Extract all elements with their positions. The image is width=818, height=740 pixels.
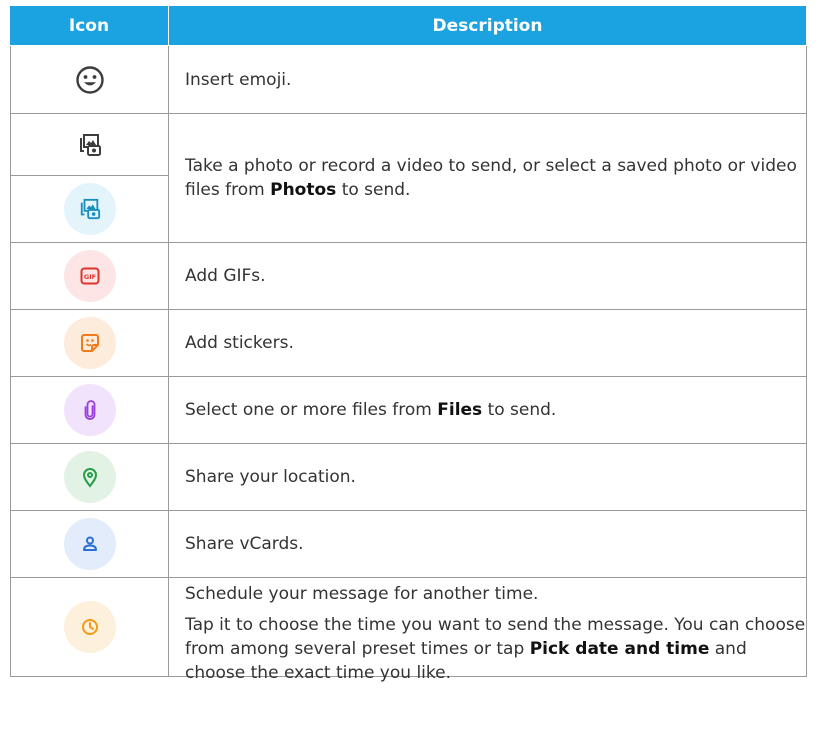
header-description: Description	[169, 6, 807, 46]
icon-cell: GIF	[10, 243, 169, 310]
photo-icon-colored	[63, 183, 116, 235]
icon-cell	[10, 176, 169, 243]
description-paragraph: Tap it to choose the time you want to se…	[185, 615, 806, 683]
photo-icon	[78, 133, 102, 157]
icon-description-table: Icon Description Insert emoji. Take a ph…	[10, 6, 807, 683]
icon-cell	[10, 114, 169, 176]
description-cell: Add GIFs.	[169, 243, 807, 310]
icon-cell	[10, 46, 169, 114]
svg-text:GIF: GIF	[83, 273, 95, 281]
description-text: Select one or more files from Files to s…	[185, 400, 557, 420]
header-icon: Icon	[10, 6, 169, 46]
description-cell: Insert emoji.	[169, 46, 807, 114]
emoji-icon	[75, 65, 105, 95]
description-cell: Add stickers.	[169, 310, 807, 377]
contact-icon	[63, 518, 116, 570]
icon-cell	[10, 444, 169, 511]
location-icon	[63, 451, 116, 503]
gif-icon: GIF	[63, 250, 116, 302]
icon-cell	[10, 578, 169, 677]
description-cell: Take a photo or record a video to send, …	[169, 114, 807, 243]
description-text: Take a photo or record a video to send, …	[185, 156, 797, 200]
schedule-icon	[63, 601, 116, 653]
sticker-icon	[63, 317, 116, 369]
description-cell: Schedule your message for another time. …	[169, 578, 807, 683]
attachment-icon	[63, 384, 116, 436]
description-cell: Select one or more files from Files to s…	[169, 377, 807, 444]
description-cell: Share your location.	[169, 444, 807, 511]
description-cell: Share vCards.	[169, 511, 807, 578]
icon-cell	[10, 511, 169, 578]
description-paragraph: Schedule your message for another time.	[185, 584, 539, 604]
icon-cell	[10, 377, 169, 444]
icon-cell	[10, 310, 169, 377]
